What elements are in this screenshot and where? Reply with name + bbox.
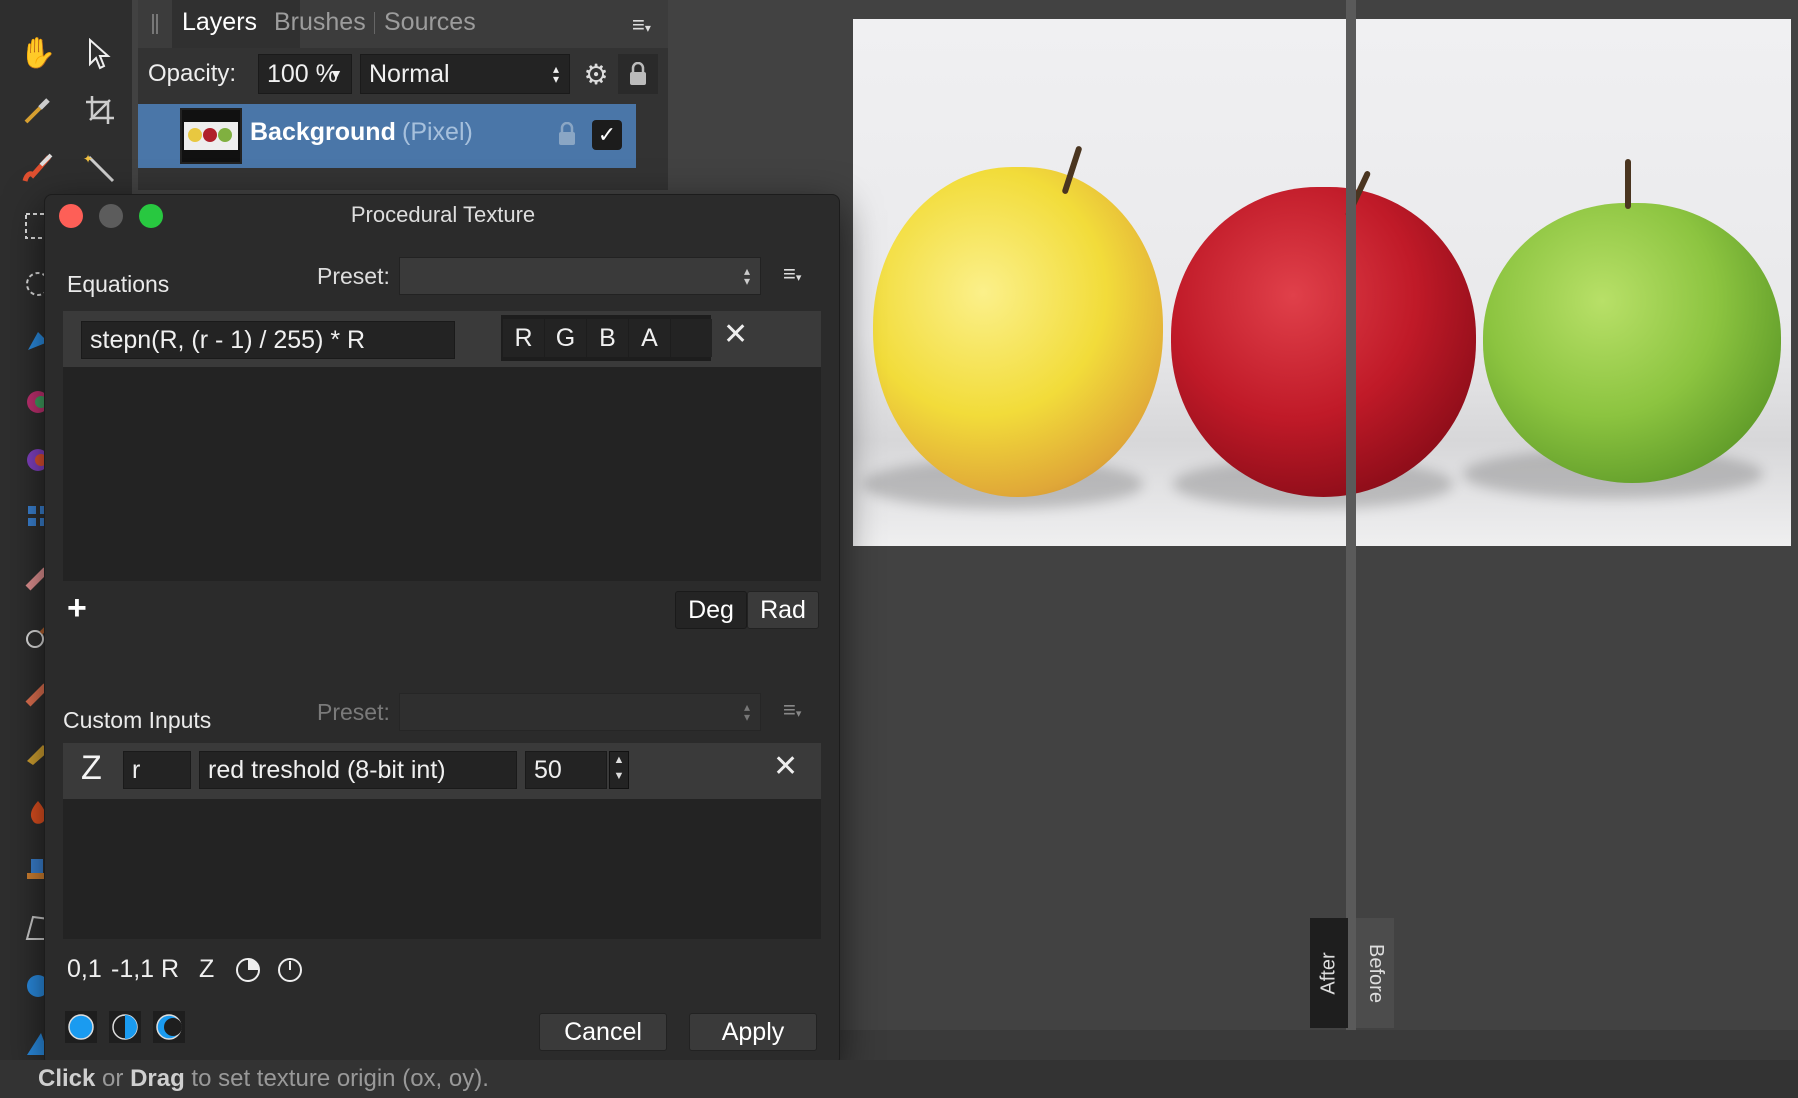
after-label: After (1317, 951, 1340, 995)
preset-select[interactable]: ▴ ▾ (399, 257, 761, 295)
red-apple (1171, 187, 1476, 497)
preset-label: Preset: (317, 263, 390, 289)
custom-preset-menu-icon[interactable]: ≡▾ (783, 697, 801, 723)
opacity-value: 100 % (267, 59, 338, 88)
status-drag: Drag (130, 1065, 185, 1092)
yellow-apple (873, 167, 1163, 497)
tab-sources[interactable]: Sources (384, 8, 476, 37)
blend-full-icon[interactable] (65, 1011, 97, 1043)
thumb-apple-red (203, 128, 217, 142)
chevron-down-icon: ▼ (329, 66, 343, 82)
input-variable-value: r (132, 755, 141, 784)
hand-icon[interactable]: ✋ (16, 32, 60, 76)
gear-icon[interactable]: ⚙ (576, 54, 616, 94)
dialog-title: Procedural Texture (350, 202, 536, 227)
before-label-tab: Before (1356, 918, 1394, 1028)
layer-type: (Pixel) (402, 118, 473, 146)
input-description-value: red treshold (8-bit int) (208, 755, 446, 784)
channel-g-button[interactable]: G (545, 319, 586, 357)
status-rest: to set texture origin (ox, oy). (191, 1065, 489, 1092)
apply-button[interactable]: Apply (689, 1013, 817, 1051)
opacity-field[interactable]: 100 % ▼ (258, 54, 352, 94)
custom-inputs-label: Custom Inputs (63, 707, 212, 733)
status-click: Click (38, 1065, 96, 1092)
input-description-field[interactable]: red treshold (8-bit int) (199, 751, 517, 789)
zoom-window-button[interactable] (139, 204, 163, 228)
coord-0-1-button[interactable]: 0,1 (67, 955, 102, 984)
equation-value: stepn(R, (r - 1) / 255) * R (90, 325, 366, 354)
updown-arrows-icon: ▴ ▾ (743, 700, 750, 724)
equations-label: Equations (67, 271, 170, 297)
pointer-icon[interactable] (78, 32, 122, 76)
thumb-apple-yellow (188, 128, 202, 142)
input-value: 50 (534, 755, 562, 784)
blend-half-icon[interactable] (109, 1011, 141, 1043)
layer-name: Background (250, 118, 396, 146)
thumbnail-image (184, 122, 238, 150)
radial-pie-icon[interactable] (235, 957, 261, 988)
tab-layers[interactable]: Layers (182, 8, 257, 37)
input-type-symbol[interactable]: Z (81, 749, 102, 788)
custom-preset-select[interactable]: ▴ ▾ (399, 693, 761, 731)
tab-brushes[interactable]: Brushes (274, 8, 366, 37)
paint-brush-icon[interactable] (16, 146, 60, 190)
split-divider[interactable] (1346, 0, 1356, 1030)
layer-lock-icon[interactable] (558, 121, 576, 151)
input-value-field[interactable]: 50 (525, 751, 607, 789)
blend-mode-value: Normal (369, 59, 450, 88)
svg-text:✦: ✦ (83, 152, 93, 166)
opacity-label: Opacity: (148, 60, 237, 87)
status-bar: Click or Drag to set texture origin (ox,… (0, 1060, 1798, 1098)
minimize-window-button[interactable] (99, 204, 123, 228)
radial-ring-icon[interactable] (277, 957, 303, 988)
cancel-button[interactable]: Cancel (539, 1013, 667, 1051)
updown-arrows-icon: ▴ ▾ (743, 264, 750, 288)
blend-mode-select[interactable]: Normal ▴ ▾ (360, 54, 570, 94)
panel-tab-bar: Layers Brushes Sources ≡▾ (138, 0, 668, 48)
close-window-button[interactable] (59, 204, 83, 228)
custom-input-row: Z r red treshold (8-bit int) 50 ▲ ▼ ✕ (63, 743, 821, 799)
value-stepper[interactable]: ▲ ▼ (609, 751, 629, 789)
after-label-tab: After (1310, 918, 1348, 1028)
input-variable-field[interactable]: r (123, 751, 191, 789)
remove-input-icon[interactable]: ✕ (773, 749, 798, 784)
channel-empty-button[interactable] (671, 319, 712, 357)
panel-menu-icon[interactable]: ≡▾ (632, 12, 651, 38)
magic-wand-icon[interactable]: ✦ (78, 146, 122, 190)
lock-icon[interactable] (618, 54, 658, 94)
updown-arrows-icon: ▴ ▾ (552, 62, 559, 86)
equation-row: stepn(R, (r - 1) / 255) * R R G B A ✕ (63, 311, 821, 367)
add-equation-icon[interactable]: + (67, 589, 87, 628)
tab-divider (374, 12, 375, 34)
app-window: ✋ ✦ Layers Brushes Sources ≡▾ Opacity: 1… (0, 0, 1798, 1098)
procedural-texture-dialog: Procedural Texture Equations Preset: ▴ ▾ … (44, 194, 840, 1066)
rad-button[interactable]: Rad (747, 591, 819, 629)
drag-handle-icon[interactable] (152, 14, 158, 34)
coord-r-button[interactable]: R (161, 955, 179, 984)
layers-panel: Layers Brushes Sources ≡▾ Opacity: 100 %… (138, 0, 668, 190)
apple-stem (1625, 159, 1631, 209)
deg-button[interactable]: Deg (675, 591, 747, 629)
equation-input[interactable]: stepn(R, (r - 1) / 255) * R (81, 321, 455, 359)
custom-preset-label: Preset: (317, 699, 390, 725)
thumb-apple-green (218, 128, 232, 142)
before-label: Before (1364, 943, 1387, 1003)
canvas-image[interactable] (853, 19, 1791, 546)
status-or: or (102, 1065, 124, 1092)
coord-neg1-1-button[interactable]: -1,1 (111, 955, 154, 984)
crop-icon[interactable] (78, 88, 122, 132)
remove-equation-icon[interactable]: ✕ (723, 317, 748, 352)
channel-b-button[interactable]: B (587, 319, 628, 357)
color-picker-icon[interactable] (16, 88, 60, 132)
blend-crescent-icon[interactable] (153, 1011, 185, 1043)
layer-row-background[interactable]: Background (Pixel) ✓ (138, 104, 636, 168)
preset-menu-icon[interactable]: ≡▾ (783, 261, 801, 287)
coord-z-button[interactable]: Z (199, 955, 214, 984)
layer-visibility-checkbox[interactable]: ✓ (592, 120, 622, 150)
layer-thumbnail (180, 108, 242, 164)
green-apple (1483, 203, 1781, 483)
channel-r-button[interactable]: R (503, 319, 544, 357)
channel-a-button[interactable]: A (629, 319, 670, 357)
